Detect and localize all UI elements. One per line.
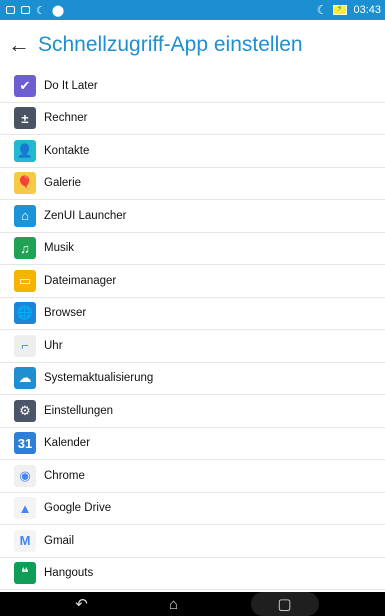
launcher-icon: ⌂ [14,204,36,227]
navigation-bar: ↶ ⌂ ▢ [0,592,385,616]
file-manager-icon: ▭ [14,269,36,292]
status-time: 03:43 [353,4,381,16]
nav-home-icon[interactable]: ⌂ [159,596,189,613]
app-list-item[interactable]: ⚙ Einstellungen [0,395,385,428]
app-list-item[interactable]: ♫ Musik [0,233,385,265]
app-list: ✔ Do It Later ± Rechner 👤 Kontakte 🎈 Galerie ⌂ Ze… [0,70,385,592]
system-update-icon: ☁ [14,367,36,390]
app-list-item[interactable]: ◉ Chrome [0,460,385,493]
page-title: Schnellzugriff-App einstellen [38,33,303,56]
app-label: Kontakte [44,144,90,157]
notification-icon [6,6,15,14]
app-label: Browser [44,307,87,320]
status-bar: ☾ ⬤ ☾ 03:43 [0,0,385,20]
nav-back-icon[interactable]: ↶ [67,595,97,613]
app-list-item[interactable]: 31 Kalender [0,428,385,460]
status-right-icons: ☾ 03:43 [317,3,385,17]
chrome-icon: ◉ [14,464,36,487]
back-arrow-icon[interactable]: ← [0,32,38,58]
app-list-item[interactable]: ❝ Hangouts [0,558,385,590]
app-list-item[interactable]: ⌐ Uhr [0,330,385,363]
calculator-icon: ± [14,107,36,130]
app-label: Google Drive [44,502,112,515]
clock-icon: ⌐ [14,334,36,357]
status-left-icons: ☾ ⬤ [0,4,64,17]
gmail-icon: M [14,529,36,552]
app-list-item[interactable]: 🌐 Browser [0,298,385,330]
app-label: ZenUI Launcher [44,209,127,222]
message-icon [21,6,30,14]
app-label: Kalender [44,437,91,450]
hangouts-icon: ❝ [14,562,36,585]
app-label: Uhr [44,339,63,352]
gallery-icon: 🎈 [14,172,36,195]
moon-icon: ☾ [36,4,46,17]
app-label: Hangouts [44,567,94,580]
settings-icon: ⚙ [14,399,36,422]
app-label: Dateimanager [44,274,117,287]
app-list-item[interactable]: ▲ Google Drive [0,493,385,525]
do-not-disturb-icon: ☾ [316,3,328,17]
app-label: Einstellungen [44,404,114,417]
app-list-item[interactable]: ▭ Dateimanager [0,265,385,298]
contacts-icon: 👤 [14,139,36,162]
battery-charging-icon [333,3,348,15]
app-label: Musik [44,242,75,255]
app-label: Systemaktualisierung [44,372,154,385]
app-label: Do It Later [44,79,98,92]
app-list-item[interactable]: ☁ Systemaktualisierung [0,363,385,395]
app-label: Chrome [44,469,85,482]
app-label: Gmail [44,534,75,547]
app-list-item[interactable]: ✔ Do It Later [0,70,385,103]
browser-icon: 🌐 [14,302,36,325]
app-list-item[interactable]: 🎈 Galerie [0,168,385,200]
location-icon: ⬤ [51,4,65,17]
calendar-icon: 31 [14,432,36,455]
app-label: Galerie [44,177,82,190]
app-list-item[interactable]: ± Rechner [0,103,385,135]
app-bar: ← Schnellzugriff-App einstellen [0,20,385,70]
music-icon: ♫ [14,237,36,260]
google-drive-icon: ▲ [14,497,36,520]
app-list-item[interactable]: M Gmail [0,525,385,558]
app-list-item[interactable]: ⌂ ZenUI Launcher [0,200,385,233]
app-list-item[interactable]: 👤 Kontakte [0,135,385,168]
nav-recents-icon[interactable]: ▢ [250,592,319,616]
do-it-later-icon: ✔ [14,74,36,97]
app-label: Rechner [44,112,88,125]
